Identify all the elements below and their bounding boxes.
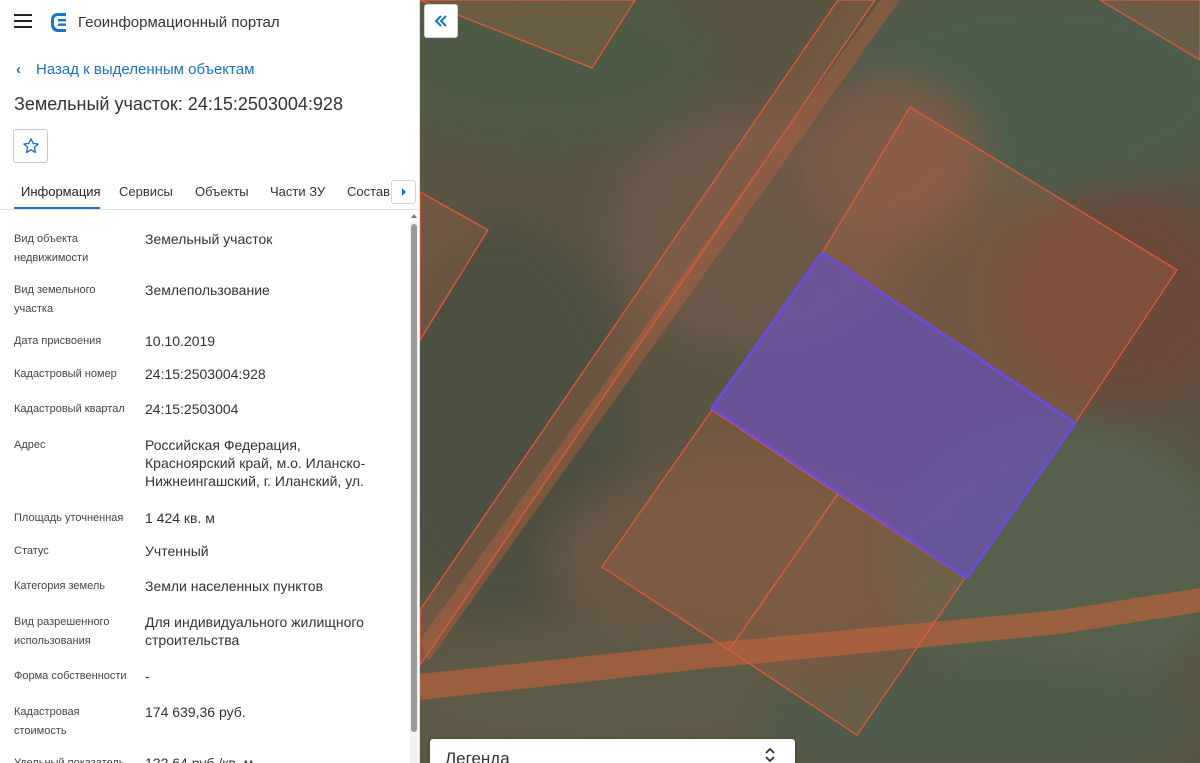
legend-title: Легенда bbox=[445, 749, 510, 763]
map-canvas[interactable] bbox=[420, 0, 1200, 763]
property-label: Кадастровый номер bbox=[14, 368, 117, 380]
tab-bar: Информация Сервисы Объекты Части ЗУ Сост… bbox=[0, 174, 419, 210]
property-value: 1 424 кв. м bbox=[145, 510, 215, 526]
scrollbar-thumb[interactable] bbox=[411, 224, 417, 732]
favorite-button[interactable] bbox=[13, 129, 48, 163]
active-tab-indicator bbox=[14, 207, 100, 209]
app-title: Геоинформационный портал bbox=[78, 14, 280, 31]
property-label: Статус bbox=[14, 545, 49, 557]
double-chevron-left-icon bbox=[434, 15, 447, 27]
property-label: Удельный показатель bbox=[14, 757, 125, 763]
property-label: Дата присвоения bbox=[14, 335, 102, 347]
tab-composition[interactable]: Состав bbox=[347, 184, 390, 199]
property-value: Земельный участок bbox=[145, 231, 273, 247]
page-title: Земельный участок: 24:15:2503004:928 bbox=[14, 94, 343, 114]
property-value: Для индивидуального жилищного строительс… bbox=[145, 614, 364, 648]
map-view[interactable] bbox=[420, 0, 1200, 763]
property-label: Кадастровая стоимость bbox=[14, 706, 80, 737]
tab-information[interactable]: Информация bbox=[21, 184, 101, 199]
app-window: Легенда Геоинформационный портал ‹ Назад … bbox=[0, 0, 1200, 763]
star-icon bbox=[23, 138, 39, 154]
property-value: Учтенный bbox=[145, 543, 209, 559]
sidebar-scrollbar[interactable] bbox=[410, 222, 418, 763]
back-link-label: Назад к выделенным объектам bbox=[36, 61, 255, 78]
sidebar: Геоинформационный портал ‹ Назад к выделе… bbox=[0, 0, 420, 763]
tab-objects[interactable]: Объекты bbox=[195, 184, 249, 199]
property-label: Вид разрешенного использования bbox=[14, 616, 110, 647]
hamburger-menu-icon[interactable] bbox=[14, 13, 32, 29]
property-value: 122,64 руб./кв. м bbox=[145, 755, 254, 763]
scroll-up-arrow-icon[interactable] bbox=[411, 213, 417, 219]
back-to-selection-link[interactable]: ‹ Назад к выделенным объектам bbox=[16, 61, 254, 78]
property-label: Форма собственности bbox=[14, 670, 127, 682]
portal-logo-icon bbox=[51, 13, 66, 32]
property-value: Землепользование bbox=[145, 282, 270, 298]
triangle-right-icon bbox=[402, 188, 406, 196]
property-value: - bbox=[145, 668, 150, 684]
property-label: Адрес bbox=[14, 439, 46, 451]
property-label: Площадь уточненная bbox=[14, 512, 124, 524]
property-label: Категория земель bbox=[14, 580, 105, 592]
tab-services[interactable]: Сервисы bbox=[119, 184, 173, 199]
property-value: 174 639,36 руб. bbox=[145, 704, 246, 720]
property-value: 10.10.2019 bbox=[145, 333, 216, 349]
property-label: Вид объекта недвижимости bbox=[14, 233, 89, 264]
tabs-scroll-right-button[interactable] bbox=[391, 180, 416, 204]
chevron-left-icon: ‹ bbox=[16, 61, 21, 78]
property-value: 24:15:2503004:928 bbox=[145, 366, 266, 382]
collapse-sidebar-button[interactable] bbox=[424, 4, 458, 38]
property-value: Земли населенных пунктов bbox=[145, 578, 324, 594]
properties-list: Вид объекта недвижимости Земельный участ… bbox=[0, 212, 408, 763]
expand-collapse-icon[interactable] bbox=[763, 747, 777, 763]
property-label: Кадастровый квартал bbox=[14, 403, 125, 415]
property-value: Российская Федерация, Красноярский край,… bbox=[145, 437, 366, 489]
header: Геоинформационный портал bbox=[0, 0, 419, 44]
property-value: 24:15:2503004 bbox=[145, 401, 239, 417]
property-label: Вид земельного участка bbox=[14, 284, 96, 315]
legend-panel[interactable]: Легенда bbox=[430, 739, 795, 763]
tab-parts[interactable]: Части ЗУ bbox=[270, 184, 325, 199]
